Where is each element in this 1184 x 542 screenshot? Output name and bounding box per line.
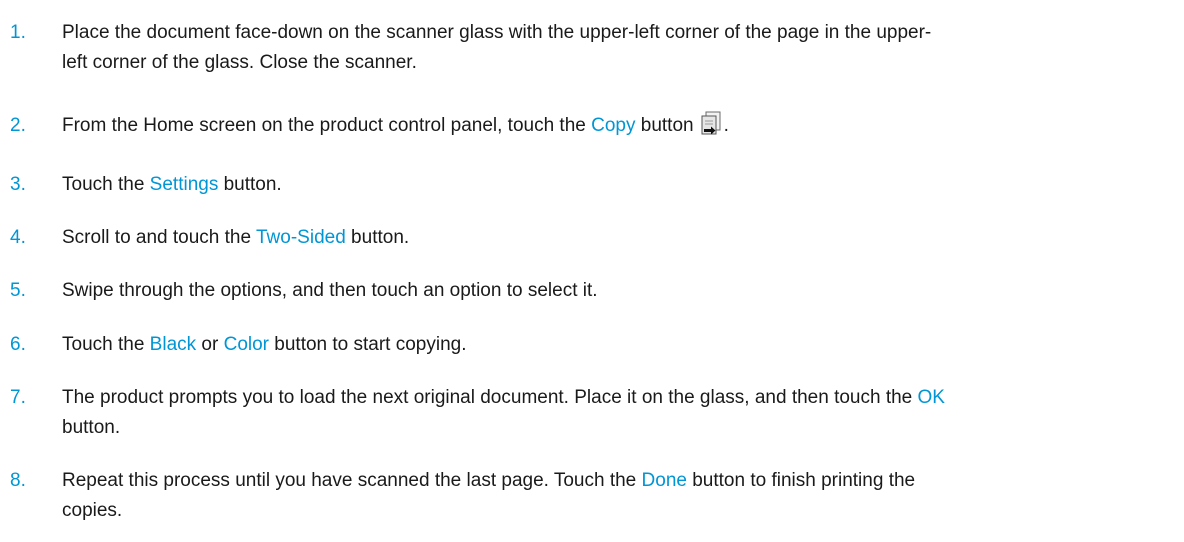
settings-button-label: Settings [149,174,219,195]
step-text: Place the document face-down on the scan… [62,22,932,73]
black-button-label: Black [149,334,197,355]
copy-button-label: Copy [591,115,636,136]
step-text: Swipe through the options, and then touc… [62,280,598,301]
two-sided-button-label: Two-Sided [256,227,346,248]
ok-button-label: OK [917,387,945,408]
step-number: 6. [10,334,26,355]
step-number: 3. [10,174,26,195]
step-number: 5. [10,280,26,301]
step-text: Scroll to and touch the Two-Sided button… [62,227,410,248]
step-number: 4. [10,227,26,248]
done-button-label: Done [641,470,687,491]
step-text: Repeat this process until you have scann… [62,470,916,521]
instruction-steps: 1. Place the document face-down on the s… [0,0,1184,542]
step-number: 2. [10,115,26,136]
step-text: The product prompts you to load the next… [62,387,945,438]
step-text: From the Home screen on the product cont… [62,111,1162,141]
step-number: 1. [10,22,26,43]
color-button-label: Color [223,334,269,355]
step-text: Touch the Settings button. [62,174,282,195]
copy-icon [698,111,724,137]
step-number: 7. [10,387,26,408]
step-text: Touch the Black or Color button to start… [62,334,467,355]
step-number: 8. [10,470,26,491]
